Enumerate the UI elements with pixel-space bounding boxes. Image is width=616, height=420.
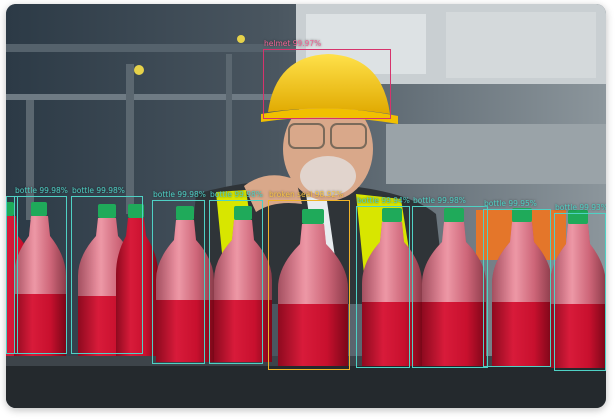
detection-image-card: bottle 99.98% bottle 99.98% bottle 99.98… bbox=[6, 4, 606, 408]
factory-scene bbox=[6, 4, 606, 408]
